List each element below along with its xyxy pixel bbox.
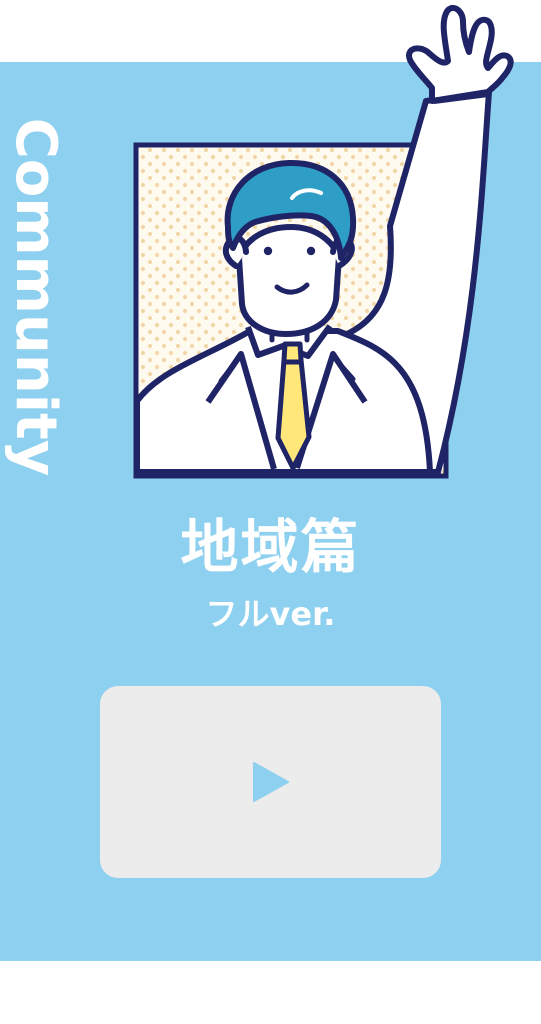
play-icon[interactable]: [251, 760, 291, 804]
page: Community 地域篇 フルver.: [0, 0, 541, 1024]
page-title: 地域篇: [180, 513, 361, 581]
community-vertical-label: Community: [3, 117, 68, 477]
page-subtitle: フルver.: [205, 595, 336, 633]
video-player-card[interactable]: [100, 686, 441, 878]
